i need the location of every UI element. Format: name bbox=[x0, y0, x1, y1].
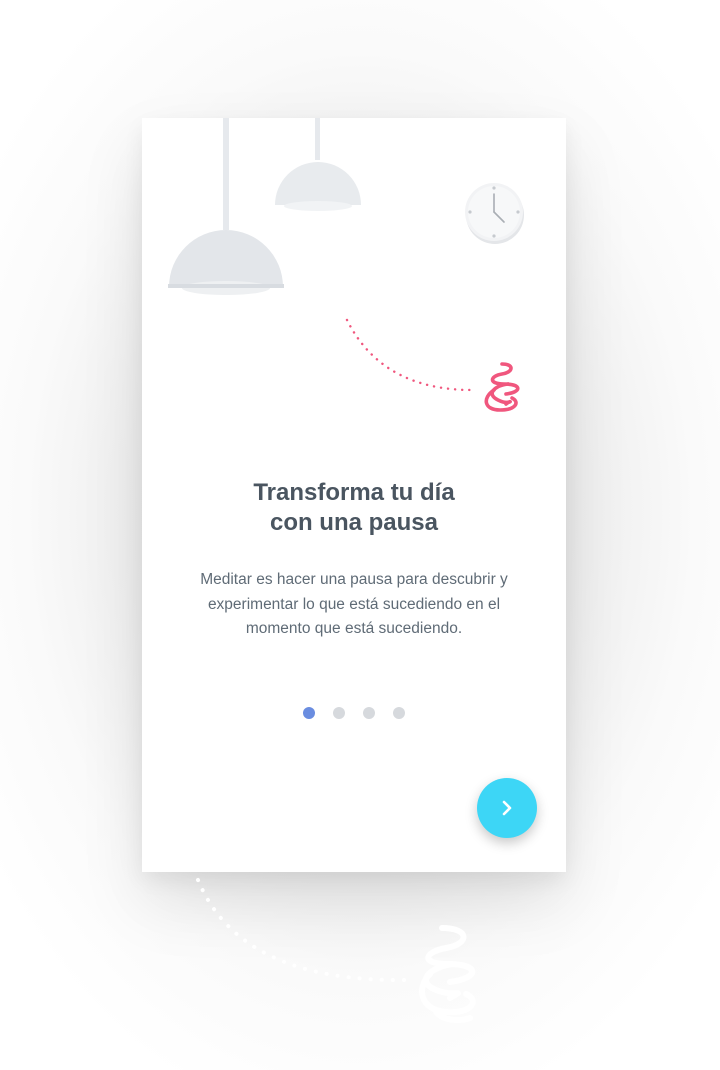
next-button[interactable] bbox=[477, 778, 537, 838]
background-dotted-path bbox=[196, 878, 407, 983]
pagination-dot-3[interactable] bbox=[363, 707, 375, 719]
pendant-lamp-large-icon bbox=[168, 118, 284, 295]
onboarding-illustration bbox=[168, 118, 524, 412]
onboarding-description: Meditar es hacer una pausa para descubri… bbox=[200, 571, 508, 637]
pagination-dots bbox=[142, 706, 566, 720]
background-squiggle-icon bbox=[419, 925, 476, 1023]
chevron-right-icon bbox=[502, 800, 512, 816]
title-line-1: Transforma tu día bbox=[253, 479, 455, 506]
wall-clock-icon bbox=[465, 183, 524, 244]
pagination-dot-1[interactable] bbox=[303, 707, 315, 719]
dotted-path bbox=[345, 318, 474, 392]
background-decoration bbox=[196, 878, 476, 1023]
pagination-dot-2[interactable] bbox=[333, 707, 345, 719]
pagination-dot-4[interactable] bbox=[393, 707, 405, 719]
pendant-lamp-small-icon bbox=[275, 118, 361, 211]
title-line-2: con una pausa bbox=[269, 509, 439, 536]
page-title: Transforma tu día con una pausa bbox=[142, 478, 566, 538]
onboarding-card: Transforma tu día con una pausa Meditar … bbox=[142, 118, 566, 872]
brand-squiggle-icon bbox=[484, 362, 520, 412]
